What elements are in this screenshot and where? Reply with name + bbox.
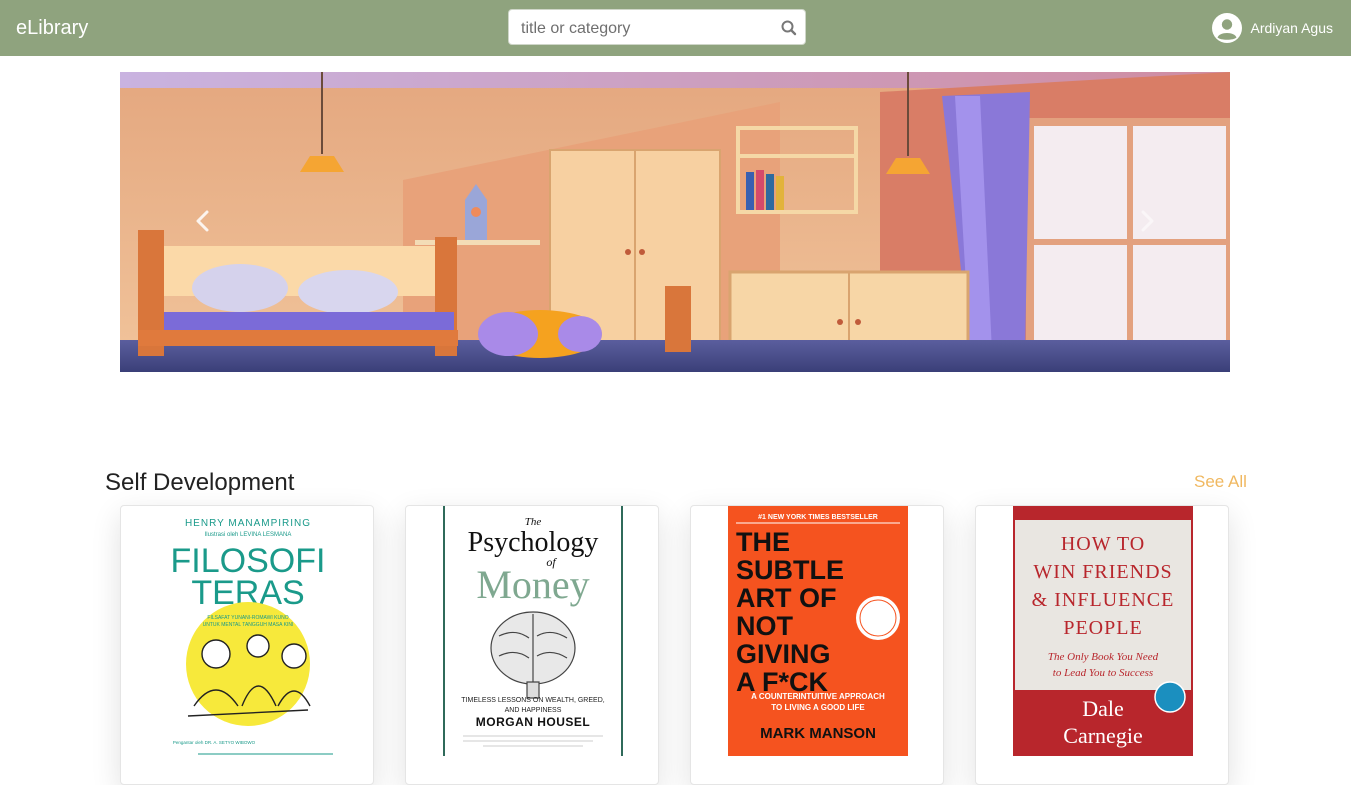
search-box [508, 9, 806, 45]
book-card[interactable]: HENRY MANAMPIRING Ilustrasi oleh LEVINA … [120, 505, 374, 785]
book-card[interactable]: The Psychology of Money TIMELESS LESSONS… [405, 505, 659, 785]
book-tagline1: TIMELESS LESSONS ON WEALTH, GREED, [461, 697, 604, 704]
bedroom-banner-image [120, 72, 1230, 372]
book-cover: HENRY MANAMPIRING Ilustrasi oleh LEVINA … [158, 506, 338, 756]
book-subtitle-line1: A COUNTERINTUITIVE APPROACH [751, 692, 885, 701]
book-banner: #1 NEW YORK TIMES BESTSELLER [758, 514, 878, 521]
top-navbar: eLibrary Ardiyan Agus [0, 0, 1351, 56]
user-menu[interactable]: Ardiyan Agus [1211, 13, 1334, 43]
book-cover: HOW TO WIN FRIENDS & INFLUENCE PEOPLE Th… [1013, 506, 1193, 756]
hero-carousel [120, 72, 1230, 372]
book-author: MARK MANSON [760, 725, 876, 742]
book-author-first: Dale [1082, 696, 1124, 721]
book-subtitle-line1: FILSAFAT YUNANI-ROMAWI KUNO [207, 615, 288, 621]
chevron-left-icon[interactable] [190, 208, 216, 234]
book-tagline2: AND HAPPINESS [505, 707, 562, 714]
book-cover: #1 NEW YORK TIMES BESTSELLER THE SUBTLE … [728, 506, 908, 756]
user-avatar-icon[interactable] [1211, 13, 1242, 43]
book-title-word2: Money [476, 562, 589, 607]
book-title-line2: SUBTLE [736, 555, 844, 585]
chevron-right-icon[interactable] [1134, 208, 1160, 234]
brand-logo[interactable]: eLibrary [16, 17, 88, 40]
book-foreword: Pengantar oleh DR. A. SETYO WIBOWO [173, 740, 256, 745]
book-author: MORGAN HOUSEL [476, 715, 591, 729]
book-title-word1: Psychology [468, 527, 599, 558]
book-illustrator: Ilustrasi oleh LEVINA LESMANA [205, 532, 292, 538]
book-cover: The Psychology of Money TIMELESS LESSONS… [443, 506, 623, 756]
section-title: Self Development [105, 469, 295, 496]
book-title-line3: & INFLUENCE [1032, 589, 1175, 611]
book-title-line4: NOT [736, 611, 794, 641]
book-subtitle-line1: The Only Book You Need [1048, 651, 1159, 663]
book-title-line4: PEOPLE [1063, 617, 1142, 639]
book-title-line5: GIVING [736, 639, 831, 669]
book-subtitle-line2: to Lead You to Success [1053, 667, 1153, 679]
book-title-line1: THE [736, 527, 790, 557]
book-author: HENRY MANAMPIRING [185, 518, 311, 529]
book-title-line1: HOW TO [1061, 533, 1145, 555]
book-card[interactable]: #1 NEW YORK TIMES BESTSELLER THE SUBTLE … [690, 505, 944, 785]
book-subtitle-line2: TO LIVING A GOOD LIFE [771, 703, 865, 712]
book-title-line2: WIN FRIENDS [1033, 561, 1172, 583]
book-card[interactable]: HOW TO WIN FRIENDS & INFLUENCE PEOPLE Th… [975, 505, 1229, 785]
search-input[interactable] [521, 18, 771, 40]
search-icon[interactable] [779, 18, 799, 38]
book-author-last: Carnegie [1063, 723, 1142, 748]
book-subtitle-line2: UNTUK MENTAL TANGGUH MASA KINI [203, 622, 294, 628]
see-all-link[interactable]: See All [1194, 472, 1247, 492]
book-title-line3: ART OF [736, 583, 837, 613]
user-name: Ardiyan Agus [1250, 20, 1334, 36]
